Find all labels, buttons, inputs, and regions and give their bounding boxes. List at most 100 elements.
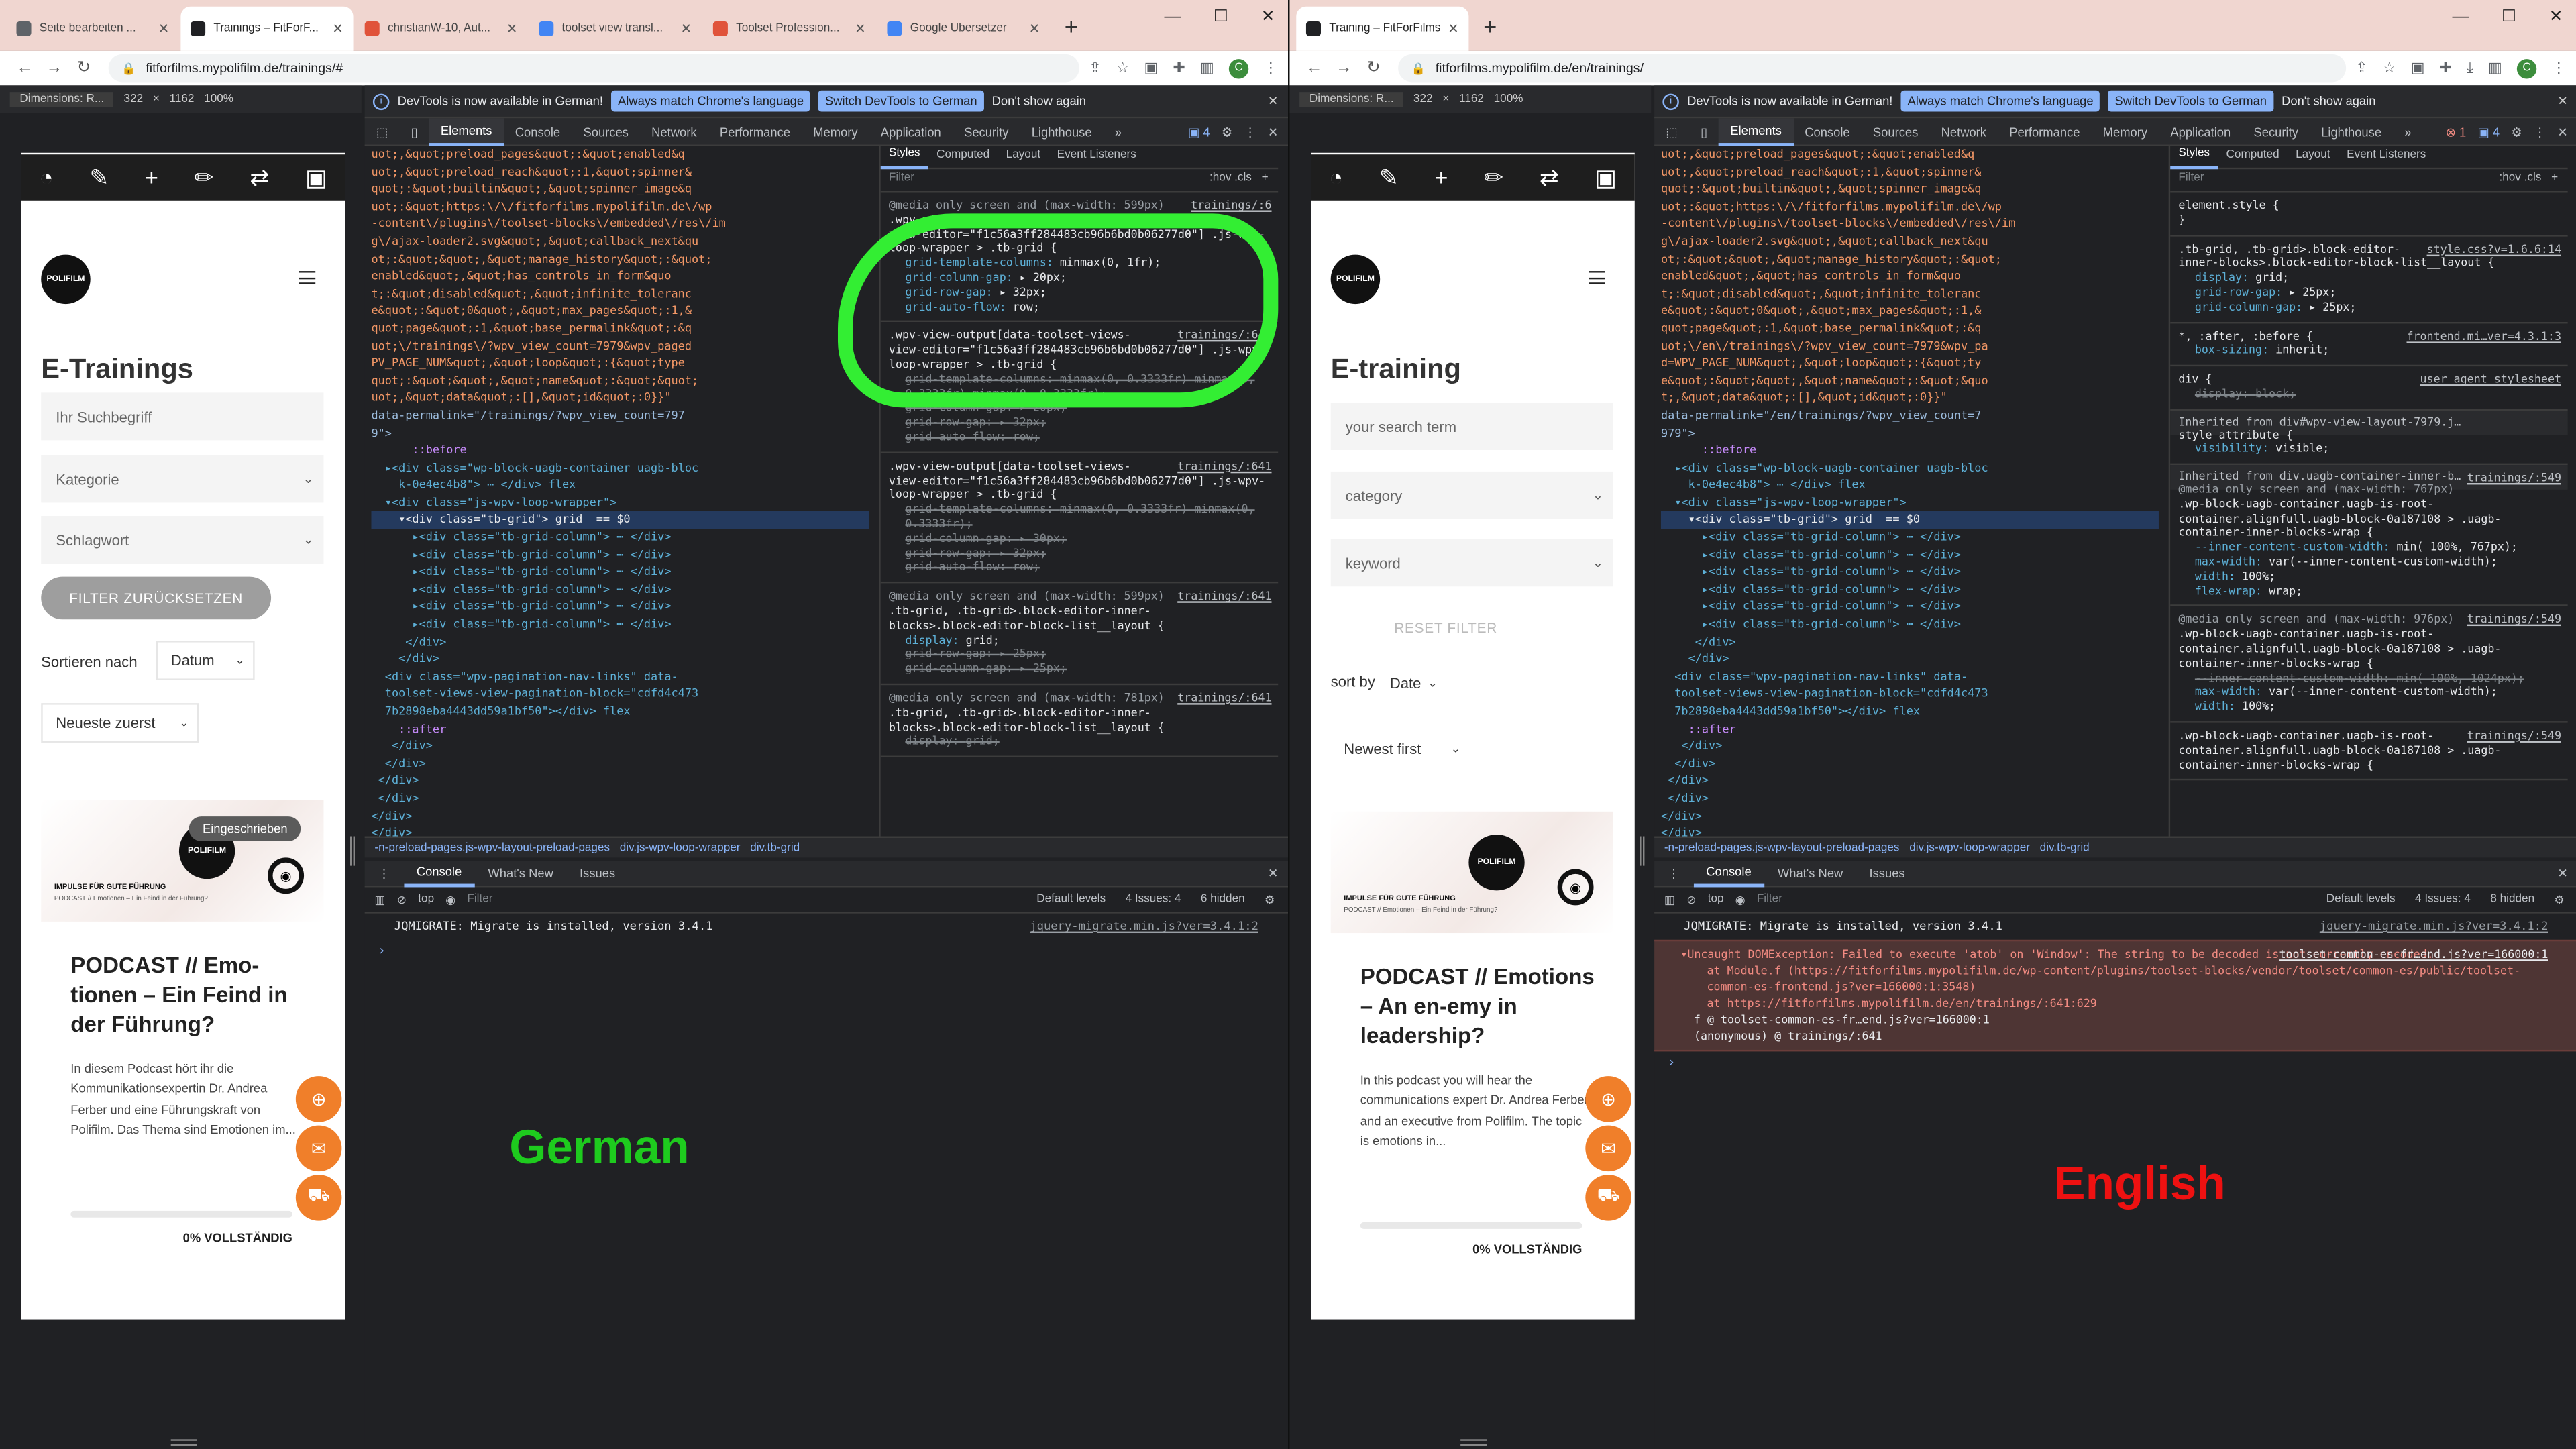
- eye-icon[interactable]: ◉: [1735, 893, 1746, 906]
- card-title[interactable]: PODCAST // Emo-tionen – Ein Feind in der…: [70, 951, 309, 1041]
- css-declaration[interactable]: display: grid;: [889, 735, 1270, 749]
- dom-node-line[interactable]: k-0e4ec4b8"> ⋯ </div> flex: [1661, 477, 2159, 494]
- console-source-link[interactable]: jquery-migrate.min.js?ver=3.4.1:2: [2320, 918, 2548, 934]
- user-icon[interactable]: ▣: [1595, 164, 1616, 192]
- dom-node-line[interactable]: </div>: [1661, 755, 2159, 773]
- browser-tab[interactable]: Trainings – FitForF... ✕: [180, 6, 354, 51]
- tab-close-icon[interactable]: ✕: [158, 21, 169, 36]
- dom-node-line[interactable]: ▸<div class="tb-grid-column"> ⋯ </div>: [1661, 582, 2159, 599]
- settings-icon[interactable]: ⚙: [2555, 893, 2565, 906]
- menu-kebab-icon[interactable]: ⋮: [1263, 59, 1278, 77]
- download-icon[interactable]: ⤓: [2467, 59, 2473, 77]
- cart-icon[interactable]: ⛟: [1585, 1175, 1631, 1221]
- brush-icon[interactable]: ✎: [89, 164, 109, 192]
- sort-by-select[interactable]: Datum ⌄: [156, 641, 255, 680]
- plus-icon[interactable]: +: [1434, 164, 1448, 191]
- styles-tab[interactable]: Layout: [2288, 146, 2339, 168]
- css-declaration[interactable]: max-width: var(--inner-content-custom-wi…: [2178, 555, 2559, 570]
- tab-security[interactable]: Security: [2242, 117, 2310, 146]
- hamburger-menu-icon[interactable]: [299, 271, 316, 284]
- device-dimensions[interactable]: Dimensions: R...: [9, 92, 114, 107]
- window-close-icon[interactable]: ✕: [1261, 8, 1275, 26]
- tab-close-icon[interactable]: ✕: [332, 21, 343, 36]
- tab-elements[interactable]: Elements: [1719, 117, 1794, 146]
- reload-icon[interactable]: ↻: [1358, 59, 1388, 77]
- tab-close-icon[interactable]: ✕: [1448, 21, 1458, 36]
- polifilm-logo[interactable]: POLIFILM: [1330, 254, 1381, 305]
- css-declaration[interactable]: grid-column-gap: ▸ 30px;: [889, 532, 1270, 547]
- dom-node-line[interactable]: e&quot;:&quot;0&quot;,&quot;max_pages&qu…: [371, 303, 869, 320]
- error-count[interactable]: ⊗ 1: [2446, 124, 2467, 139]
- styles-tab[interactable]: Computed: [928, 146, 998, 168]
- styles-filter[interactable]: Filter:hov .cls +: [2170, 169, 2568, 193]
- browser-tab[interactable]: Seite bearbeiten ... ✕: [7, 7, 179, 51]
- browser-tab[interactable]: toolset view transl... ✕: [529, 7, 702, 51]
- dom-node-line[interactable]: toolset-views-view-pagination-block="cdf…: [371, 686, 869, 703]
- css-declaration[interactable]: --inner-content-custom-width: min( 100%,…: [2178, 671, 2559, 686]
- dom-node-line[interactable]: quot;page&quot;:1,&quot;base_permalink&q…: [1661, 320, 2159, 337]
- inspect-icon[interactable]: ⬚: [365, 117, 400, 146]
- styles-tab[interactable]: Layout: [998, 146, 1049, 168]
- tab-memory[interactable]: Memory: [2092, 117, 2159, 146]
- add-rule-icon[interactable]: +: [2551, 172, 2558, 187]
- dom-node-line[interactable]: t;:&quot;disabled&quot;,&quot;infinite_t…: [371, 286, 869, 303]
- breadcrumb-item[interactable]: div.js-wpv-loop-wrapper: [1909, 842, 2030, 853]
- dom-node-line[interactable]: ▸<div class="tb-grid-column"> ⋯ </div>: [371, 616, 869, 633]
- dom-node-line[interactable]: uot;,&quot;preload_pages&quot;:&quot;ena…: [1661, 146, 2159, 164]
- issues-count[interactable]: ▣ 4: [1188, 124, 1210, 139]
- context-select[interactable]: top: [1708, 894, 1724, 905]
- log-levels[interactable]: Default levels: [1036, 893, 1106, 906]
- dom-node-line[interactable]: ::before: [371, 442, 869, 460]
- dont-show-button[interactable]: Don't show again: [992, 94, 1086, 109]
- close-icon[interactable]: ✕: [2557, 866, 2567, 881]
- dom-node-line[interactable]: ▸<div class="wp-block-uagb-container uag…: [371, 460, 869, 477]
- puzzle-icon[interactable]: ✚: [1173, 59, 1185, 77]
- breadcrumb-item[interactable]: -n-preload-pages.js-wpv-layout-preload-p…: [1664, 842, 1900, 853]
- dom-node-line[interactable]: ::after: [1661, 720, 2159, 738]
- tab-sources[interactable]: Sources: [1862, 117, 1930, 146]
- dom-node-line[interactable]: ::after: [371, 720, 869, 738]
- hov-cls-toggle[interactable]: :hov .cls: [1210, 172, 1252, 187]
- category-select[interactable]: category ⌄: [1330, 471, 1613, 519]
- tab-lighthouse[interactable]: Lighthouse: [1020, 117, 1104, 146]
- resize-handle-icon[interactable]: [350, 836, 355, 866]
- mail-icon[interactable]: ✉: [295, 1125, 342, 1172]
- css-source-link[interactable]: trainings/:549: [2467, 472, 2561, 486]
- more-tabs-icon[interactable]: »: [1104, 117, 1134, 146]
- forward-icon[interactable]: →: [1329, 59, 1358, 77]
- browser-tab[interactable]: Training – FitForFilms ✕: [1296, 6, 1469, 51]
- dom-node-line[interactable]: </div>: [1661, 825, 2159, 836]
- drawer-tab[interactable]: What's New: [475, 860, 567, 886]
- css-source-link[interactable]: trainings/:549: [2467, 729, 2561, 744]
- drawer-tab[interactable]: Issues: [1856, 860, 1918, 886]
- tab-close-icon[interactable]: ✕: [681, 21, 692, 36]
- dom-node-line[interactable]: </div>: [371, 755, 869, 773]
- url-field[interactable]: 🔒 fitforfilms.mypolifilm.de/trainings/#: [108, 54, 1079, 83]
- clear-console-icon[interactable]: ⊘: [397, 893, 407, 906]
- dom-node-line[interactable]: ▸<div class="tb-grid-column"> ⋯ </div>: [371, 599, 869, 616]
- share-icon[interactable]: ⇪: [2355, 59, 2367, 77]
- menu-kebab-icon[interactable]: ⋮: [2551, 59, 2566, 77]
- dom-node-line[interactable]: 7b2898eba4443dd59a1bf50"></div> flex: [371, 703, 869, 720]
- tab-network[interactable]: Network: [1929, 117, 1998, 146]
- share-icon[interactable]: ⇪: [1089, 59, 1101, 77]
- browser-tab[interactable]: Toolset Profession... ✕: [703, 7, 875, 51]
- device-width[interactable]: 322: [124, 94, 144, 105]
- dom-node-line[interactable]: </div>: [371, 790, 869, 808]
- styles-tab[interactable]: Styles: [2170, 146, 2218, 169]
- dom-node-line[interactable]: uot;,&quot;preload_pages&quot;:&quot;ena…: [371, 146, 869, 164]
- dom-node-line[interactable]: t;,&quot;data&quot;:[],&quot;id&quot;:0}…: [1661, 390, 2159, 407]
- url-field[interactable]: 🔒 fitforfilms.mypolifilm.de/en/trainings/: [1398, 54, 2346, 83]
- dom-node-line[interactable]: </div>: [371, 738, 869, 755]
- tab-lighthouse[interactable]: Lighthouse: [2310, 117, 2393, 146]
- styles-tab[interactable]: Computed: [2218, 146, 2288, 168]
- css-declaration[interactable]: grid-column-gap: ▸ 25px;: [889, 662, 1270, 677]
- keyword-select[interactable]: Schlagwort ⌄: [41, 515, 324, 564]
- css-declaration[interactable]: visibility: visible;: [2178, 443, 2559, 458]
- dom-node-line[interactable]: 9">: [371, 425, 869, 442]
- new-tab-icon[interactable]: +: [1470, 12, 1510, 38]
- dom-node-line[interactable]: uot;,&quot;data&quot;:[],&quot;id&quot;:…: [371, 390, 869, 407]
- back-icon[interactable]: ←: [10, 59, 40, 77]
- dont-show-button[interactable]: Don't show again: [2282, 94, 2375, 109]
- dom-node-line[interactable]: ▸<div class="tb-grid-column"> ⋯ </div>: [1661, 599, 2159, 616]
